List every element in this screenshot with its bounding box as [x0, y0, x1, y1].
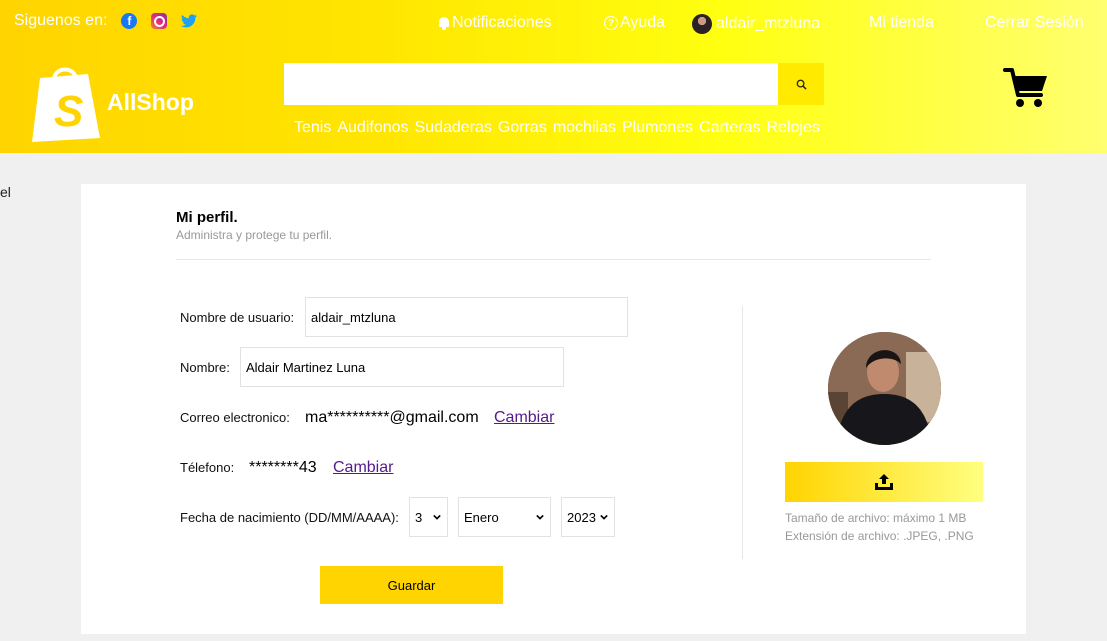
name-field-label: Nombre:: [180, 360, 230, 375]
category-link[interactable]: Relojes: [766, 119, 819, 137]
profile-card: Mi perfil. Administra y protege tu perfi…: [81, 184, 1026, 634]
cart-icon[interactable]: [1003, 67, 1049, 109]
category-link[interactable]: Audifonos: [337, 119, 408, 137]
file-size-note: Tamaño de archivo: máximo 1 MB: [785, 511, 967, 525]
category-link[interactable]: mochilas: [553, 119, 616, 137]
file-extension-note: Extensión de archivo: .JPEG, .PNG: [785, 529, 974, 543]
chevron-down-icon: [536, 514, 544, 520]
search-input[interactable]: [284, 63, 778, 105]
category-nav: Tenis Audifonos Sudaderas Gorras mochilas Plu…: [294, 119, 820, 137]
brand-name[interactable]: AllShop: [107, 89, 194, 116]
birthdate-label: Fecha de nacimiento (DD/MM/AAAA):: [180, 510, 399, 525]
phone-label: Télefono:: [180, 460, 235, 475]
change-phone-link[interactable]: Cambiar: [333, 459, 393, 477]
birth-day-value: 3: [415, 509, 423, 525]
notifications-link[interactable]: Notificaciones: [438, 14, 552, 32]
email-value: ma**********@gmail.com: [305, 409, 479, 426]
shopping-bag-logo-icon[interactable]: S: [32, 60, 104, 142]
help-label: Ayuda: [620, 14, 666, 31]
birth-year-value: 2023: [567, 509, 596, 525]
category-link[interactable]: Gorras: [498, 119, 547, 137]
chevron-down-icon: [433, 514, 441, 520]
page-title: Mi perfil.: [176, 209, 238, 226]
bell-icon: [438, 16, 450, 30]
my-store-label: Mi tienda: [869, 14, 934, 31]
cropped-text: el: [0, 184, 11, 200]
logout-label: Cerrar Sesión: [985, 14, 1084, 31]
page-subtitle: Administra y protege tu perfil.: [176, 228, 333, 242]
category-link[interactable]: Sudaderas: [415, 119, 492, 137]
birth-day-select[interactable]: 3: [409, 497, 448, 537]
avatar: [692, 14, 712, 34]
chevron-down-icon: [600, 514, 608, 520]
search-button[interactable]: [778, 63, 824, 105]
birth-month-select[interactable]: Enero: [458, 497, 551, 537]
my-store-link[interactable]: Mi tienda: [869, 14, 934, 32]
search-bar: [284, 63, 824, 105]
username-field-label: Nombre de usuario:: [180, 310, 295, 325]
svg-text:S: S: [54, 87, 83, 136]
category-link[interactable]: Tenis: [294, 119, 331, 137]
help-link[interactable]: ? Ayuda: [604, 14, 665, 32]
facebook-icon[interactable]: f: [121, 13, 138, 29]
name-field[interactable]: Aldair Martinez Luna: [240, 347, 564, 387]
user-menu[interactable]: aldair_mtzluna: [692, 14, 820, 34]
search-icon: [796, 79, 807, 90]
logout-link[interactable]: Cerrar Sesión: [985, 14, 1084, 32]
notifications-label: Notificaciones: [452, 14, 552, 31]
phone-value: ********43: [249, 459, 317, 476]
social-links: Siguenos en: f: [14, 12, 198, 30]
follow-label: Siguenos en:: [14, 12, 108, 29]
change-email-link[interactable]: Cambiar: [494, 409, 554, 427]
top-bar: Siguenos en: f Notificaciones ? Ayuda al…: [0, 0, 1107, 46]
help-icon: ?: [604, 16, 618, 30]
twitter-icon[interactable]: [181, 13, 198, 29]
divider: [176, 259, 931, 260]
username-label: aldair_mtzluna: [716, 15, 821, 32]
upload-photo-button[interactable]: [785, 462, 983, 502]
category-link[interactable]: Carteras: [699, 119, 760, 137]
upload-icon: [875, 474, 893, 490]
column-divider: [742, 306, 743, 559]
birth-month-value: Enero: [464, 509, 499, 525]
category-link[interactable]: Plumones: [622, 119, 693, 137]
email-label: Correo electronico:: [180, 410, 290, 425]
profile-photo: [828, 332, 941, 445]
birth-year-select[interactable]: 2023: [561, 497, 615, 537]
site-header: Siguenos en: f Notificaciones ? Ayuda al…: [0, 0, 1107, 153]
save-button[interactable]: Guardar: [320, 566, 503, 604]
username-field[interactable]: aldair_mtzluna: [305, 297, 628, 337]
instagram-icon[interactable]: [151, 13, 168, 29]
